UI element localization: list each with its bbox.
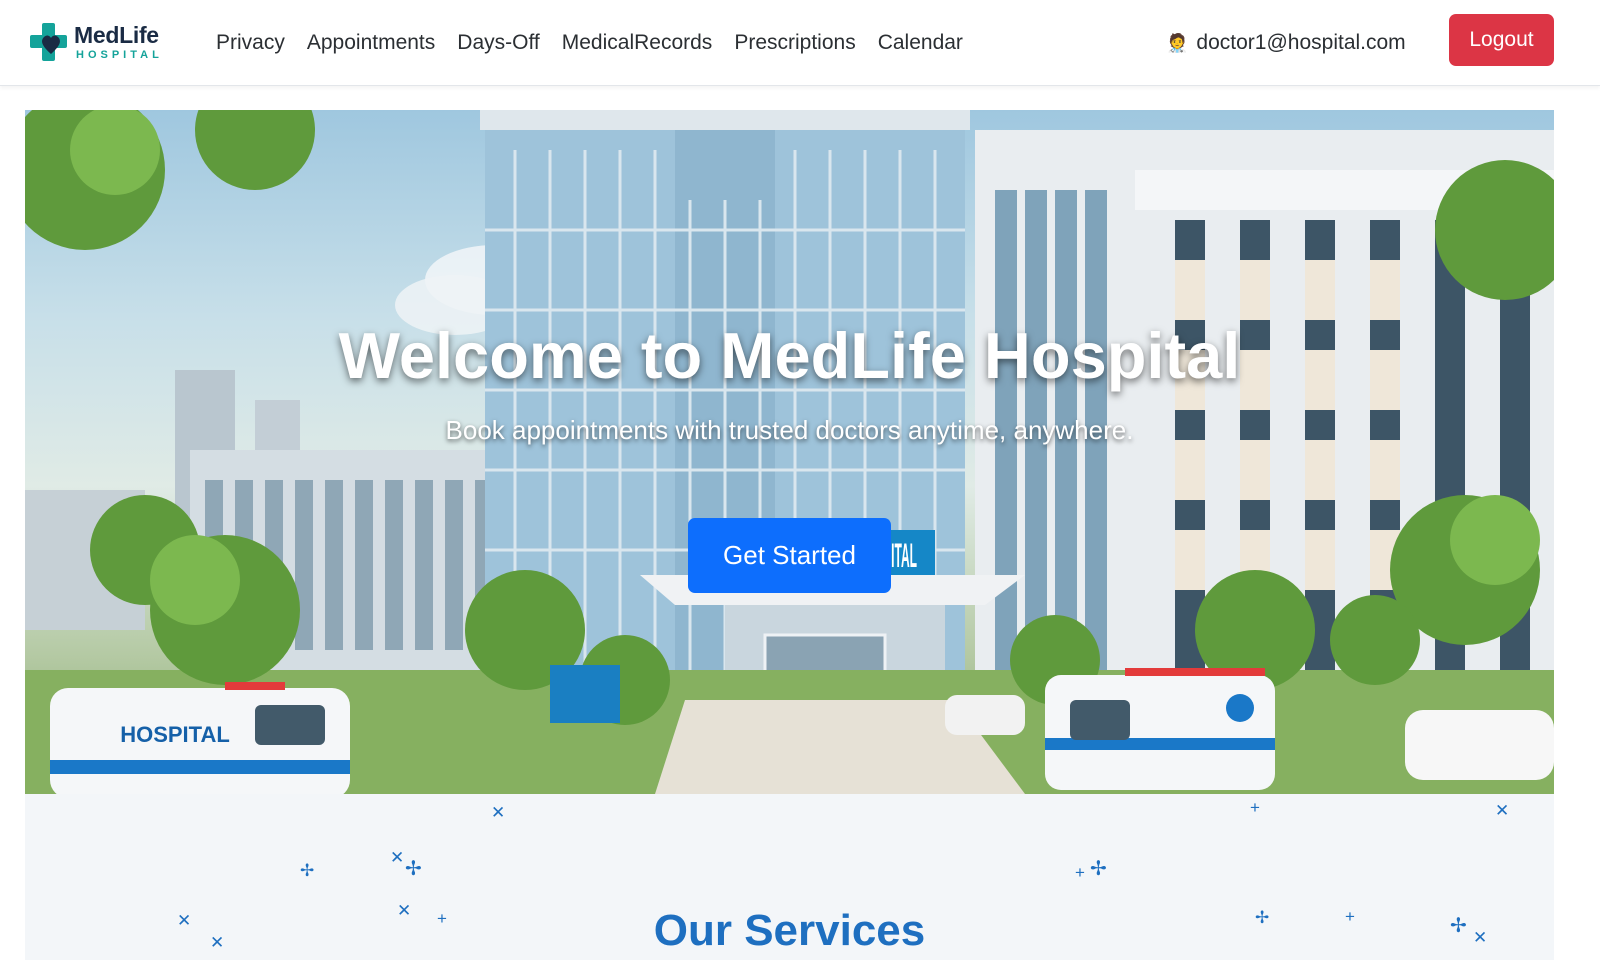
ambulance-label: HOSPITAL [120,722,230,747]
nav-link-prescriptions[interactable]: Prescriptions [723,31,866,55]
sparkle-icon: ✢ [1090,858,1107,880]
doctor-icon: 🧑‍⚕️ [1166,32,1189,53]
get-started-button[interactable]: Get Started [688,518,891,593]
user-info: 🧑‍⚕️ doctor1@hospital.com [1166,0,1406,86]
sparkle-icon: ✕ [390,848,405,867]
sparkle-icon: ✢ [405,858,422,880]
user-email: doctor1@hospital.com [1196,31,1406,54]
nav-link-medical-records[interactable]: MedicalRecords [551,31,724,55]
sparkle-icon: + [1075,863,1085,882]
sparkle-icon: ✕ [491,803,506,822]
nav-link-appointments[interactable]: Appointments [296,31,446,55]
hero-title: Welcome to MedLife Hospital [338,319,1241,392]
brand-name: MedLife [74,21,159,48]
hospital-building-image: HOSPITAL HOSPITAL [25,110,1554,794]
services-section: ✕ ✕ ✢ ✢ ✕ ✕ + ✕ ✢ + + ✕ ✢ + ✢ ✕ Our Serv… [25,794,1554,960]
nav-link-privacy[interactable]: Privacy [205,31,296,55]
sparkle-icon: ✕ [1495,801,1510,820]
brand-logo[interactable]: MedLife HOSPITAL [30,18,170,66]
sparkle-icon: ✢ [300,861,315,880]
navbar: MedLife HOSPITAL Privacy Appointments Da… [0,0,1600,86]
services-title: Our Services [653,906,926,955]
hero-banner: HOSPITAL HOSPITAL [25,110,1554,794]
brand-subtitle: HOSPITAL [76,48,163,61]
nav-link-calendar[interactable]: Calendar [867,31,974,55]
nav-link-days-off[interactable]: Days-Off [446,31,550,55]
hero-subtitle: Book appointments with trusted doctors a… [445,415,1134,445]
logout-button[interactable]: Logout [1449,14,1554,66]
sparkle-icon: + [1250,798,1260,817]
medical-cross-heart-icon [30,21,72,63]
nav-links: Privacy Appointments Days-Off MedicalRec… [205,0,974,86]
